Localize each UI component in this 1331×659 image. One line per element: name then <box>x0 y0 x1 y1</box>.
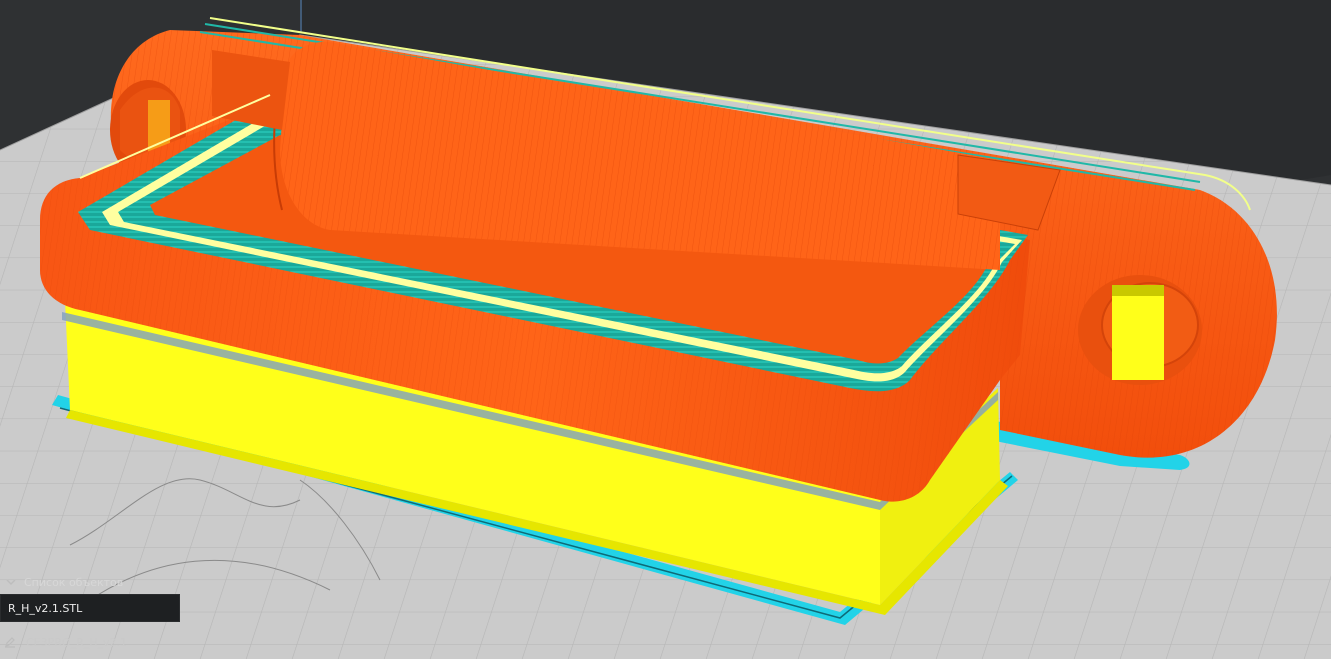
object-list-title: Список объектов <box>24 575 124 589</box>
right-end-pin-shade <box>1112 285 1164 296</box>
profile-row[interactable]: CE3PRO_R_H_v2.1 <box>4 634 127 650</box>
profile-label: CE3PRO_R_H_v2.1 <box>26 635 127 649</box>
3d-viewport[interactable]: Список объектов R_H_v2.1.STL CE3PRO_R_H_… <box>0 0 1331 659</box>
object-list-panel: Список объектов R_H_v2.1.STL CE3PRO_R_H_… <box>0 570 190 659</box>
pencil-icon[interactable] <box>4 636 16 648</box>
object-list-header[interactable]: Список объектов <box>6 574 123 590</box>
right-end-pin <box>1112 285 1164 380</box>
layer-preview-scene[interactable] <box>0 0 1331 659</box>
chevron-down-icon[interactable] <box>6 577 16 587</box>
object-list-item-label: R_H_v2.1.STL <box>8 601 83 615</box>
hinge-block-left <box>212 50 290 130</box>
object-list-item[interactable]: R_H_v2.1.STL <box>0 594 180 622</box>
